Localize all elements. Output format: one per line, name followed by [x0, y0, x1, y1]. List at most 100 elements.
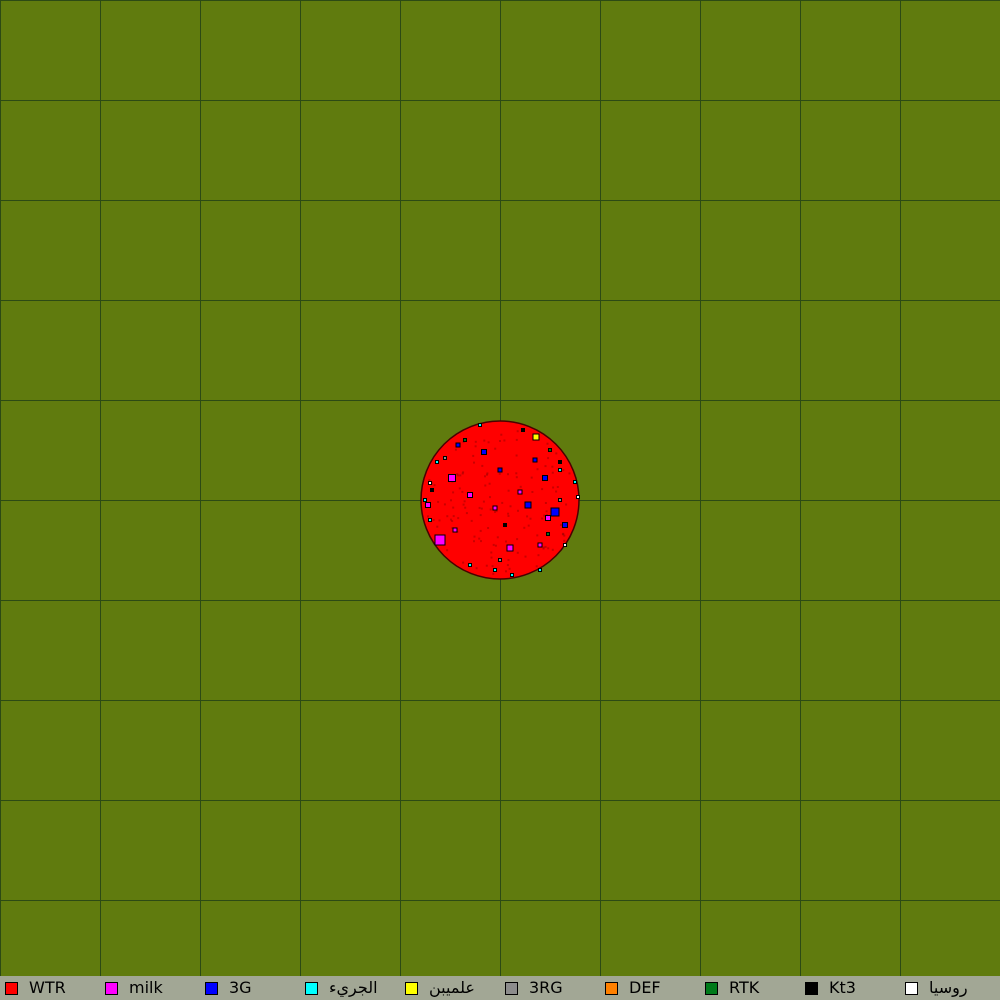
- colony-cell: [506, 544, 514, 552]
- territory-texture-dot: [462, 503, 465, 506]
- legend-label-russia: روسيا: [929, 978, 968, 997]
- colony-cell: [434, 534, 446, 546]
- legend-item-3rg: 3RG: [500, 976, 600, 1000]
- game-board[interactable]: [0, 0, 1000, 976]
- legend-swatch-3rg: [505, 981, 518, 995]
- colony-cell: [548, 448, 552, 452]
- territory-texture-dot: [507, 473, 509, 476]
- territory-texture-dot: [563, 534, 566, 537]
- territory-texture-dot: [507, 489, 510, 492]
- territory-texture-dot: [516, 551, 519, 554]
- territory-texture-dot: [452, 491, 455, 494]
- legend-swatch-milk: [105, 981, 118, 995]
- territory-texture-dot: [473, 535, 476, 538]
- colony-cell: [463, 438, 467, 442]
- territory-texture-dot: [491, 565, 494, 568]
- territory-texture-dot: [524, 555, 527, 558]
- colony-cell: [545, 515, 551, 521]
- territory-texture-dot: [484, 484, 487, 487]
- territory-texture-dot: [516, 538, 519, 541]
- territory-texture-dot: [494, 544, 497, 547]
- territory-texture-dot: [456, 473, 459, 476]
- territory-texture-dot: [536, 534, 539, 537]
- territory-texture-dot: [443, 503, 446, 506]
- territory-texture-dot: [507, 512, 510, 515]
- territory-texture-dot: [562, 532, 565, 535]
- territory-texture-dot: [494, 447, 497, 450]
- colony-cell: [425, 502, 431, 508]
- legend-item-aljarie: الجريء: [300, 976, 400, 1000]
- territory-texture-dot: [474, 445, 477, 448]
- colony-cell: [468, 563, 472, 567]
- territory-texture-dot: [463, 500, 466, 503]
- territory-texture-dot: [501, 501, 504, 504]
- legend-swatch-def: [605, 981, 618, 995]
- colony-cell: [467, 492, 473, 498]
- colony-cell: [510, 573, 514, 577]
- territory-texture-dot: [480, 507, 483, 510]
- territory-texture-dot: [461, 472, 464, 475]
- colony-cell: [524, 501, 532, 509]
- territory-texture-dot: [490, 556, 493, 559]
- territory-texture-dot: [478, 506, 481, 509]
- legend-item-kt3: Kt3: [800, 976, 900, 1000]
- colony-cell: [443, 456, 447, 460]
- legend-swatch-aljarie: [305, 981, 318, 995]
- territory-texture-dot: [543, 514, 546, 517]
- territory-texture-dot: [464, 506, 467, 509]
- territory-texture-dot: [499, 440, 501, 442]
- territory-texture-dot: [485, 564, 488, 567]
- territory-texture-dot: [437, 500, 440, 503]
- territory-texture-dot: [496, 536, 499, 539]
- colony-cell: [538, 568, 542, 572]
- legend-label-aljarie: الجريء: [329, 978, 378, 997]
- territory-texture-dot: [516, 430, 519, 433]
- territory-texture-dot: [530, 476, 533, 479]
- territory-texture-dot: [470, 519, 473, 522]
- territory-texture-dot: [507, 515, 510, 517]
- territory-texture-dot: [446, 549, 449, 552]
- colony-cell: [503, 523, 507, 527]
- territory-texture-dot: [563, 539, 566, 542]
- territory-texture-dot: [490, 551, 493, 554]
- territory-texture-dot: [541, 488, 544, 491]
- legend-label-3g: 3G: [229, 978, 252, 997]
- legend-label-milk: milk: [129, 978, 163, 997]
- territory-texture-dot: [568, 472, 571, 475]
- territory-texture-dot: [427, 515, 429, 518]
- territory-texture-dot: [544, 545, 547, 548]
- territory-texture-dot: [438, 519, 441, 522]
- territory-texture-dot: [523, 526, 526, 529]
- territory-texture-dot: [509, 505, 512, 508]
- colony-cell: [423, 498, 427, 502]
- colony-cell: [517, 489, 523, 495]
- colony-cell: [558, 498, 562, 502]
- territory-texture-dot: [547, 457, 550, 460]
- legend-label-ilmiyin: علميبن: [429, 978, 475, 997]
- colony-cell: [576, 495, 580, 499]
- legend-swatch-3g: [205, 981, 218, 995]
- territory-texture-dot: [482, 500, 485, 503]
- territory-texture-dot: [473, 540, 475, 543]
- territory-texture-dot: [494, 510, 496, 513]
- colony-cell: [558, 460, 562, 464]
- colony-cell: [550, 507, 560, 517]
- territory-texture-dot: [433, 484, 436, 487]
- colony-cell: [481, 449, 487, 455]
- territory-texture-dot: [487, 441, 490, 444]
- territory-texture-dot: [489, 508, 492, 511]
- legend-item-3g: 3G: [200, 976, 300, 1000]
- territory-texture-dot: [454, 448, 457, 451]
- territory-texture-dot: [452, 506, 455, 509]
- territory-texture-dot: [503, 439, 506, 442]
- colony-cell: [573, 480, 577, 484]
- colony-cell: [532, 433, 540, 441]
- legend-swatch-rtk: [705, 981, 718, 995]
- territory-texture-dot: [517, 509, 519, 512]
- territory-texture-dot: [515, 476, 518, 479]
- territory-texture-dot: [544, 465, 547, 468]
- territory-texture-dot: [526, 515, 529, 518]
- territory-map: [420, 420, 580, 580]
- territory-texture-dot: [500, 433, 503, 436]
- territory-texture-dot: [479, 514, 482, 517]
